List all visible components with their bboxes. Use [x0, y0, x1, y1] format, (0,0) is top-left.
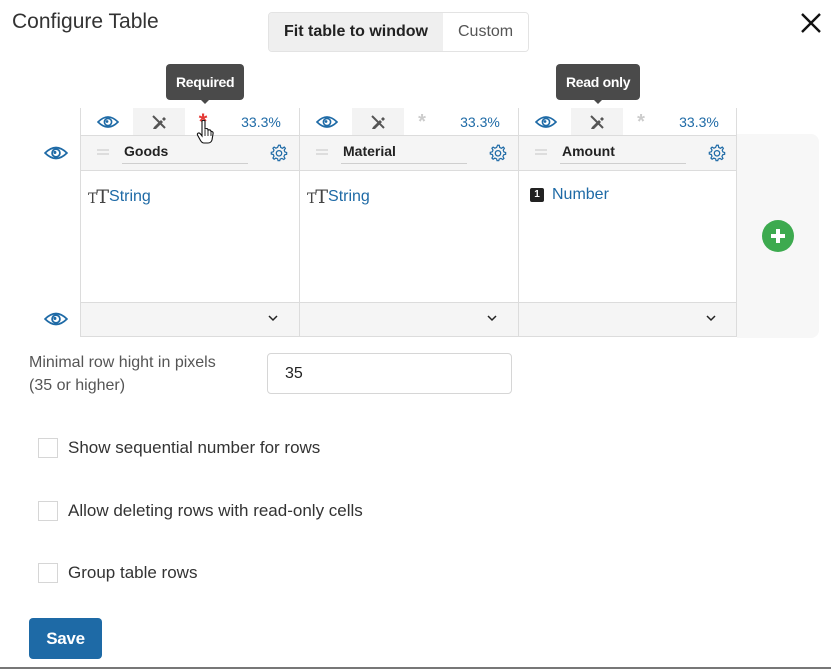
- column-type-label: Number: [552, 186, 609, 203]
- chevron-down-icon: [268, 315, 278, 322]
- column-width-value[interactable]: 33.3%: [450, 108, 510, 135]
- column-header: Material: [300, 136, 518, 171]
- asterisk-icon: *: [637, 110, 645, 133]
- column-type[interactable]: TT String: [88, 186, 151, 208]
- group-rows-checkbox[interactable]: [38, 563, 58, 583]
- min-row-height-label: Minimal row hight in pixels (35 or highe…: [29, 351, 216, 397]
- pencil-off-icon: [152, 114, 166, 129]
- number-type-icon: 1: [530, 188, 544, 202]
- column-visibility-toggle[interactable]: [91, 108, 125, 135]
- close-icon[interactable]: [800, 12, 822, 34]
- column-type[interactable]: TT String: [307, 186, 370, 208]
- min-row-height-label-line2: (35 or higher): [29, 377, 126, 394]
- gear-icon[interactable]: [270, 144, 288, 162]
- column-footer-dropdown[interactable]: [81, 303, 299, 336]
- drag-handle-icon[interactable]: [316, 149, 328, 155]
- text-type-icon: TT: [307, 186, 328, 208]
- column-body: 1 Number: [519, 171, 736, 303]
- width-mode-toggle: Fit table to window Custom: [268, 12, 530, 52]
- group-rows-checkbox-row[interactable]: Group table rows: [38, 563, 197, 583]
- min-row-height-input[interactable]: [267, 353, 512, 394]
- required-toggle[interactable]: *: [408, 108, 436, 135]
- gear-icon[interactable]: [708, 144, 726, 162]
- column-footer-dropdown[interactable]: [519, 303, 736, 336]
- table-column: * 33.3% Goods TT String: [80, 108, 299, 337]
- allow-deleting-checkbox[interactable]: [38, 501, 58, 521]
- read-only-toggle[interactable]: [133, 108, 185, 135]
- eye-icon: [535, 115, 557, 128]
- required-tooltip: Required: [166, 64, 245, 104]
- footer-row-visibility-eye-icon[interactable]: [44, 311, 68, 327]
- column-width-value[interactable]: 33.3%: [231, 108, 291, 135]
- sequential-number-checkbox-row[interactable]: Show sequential number for rows: [38, 438, 320, 458]
- pencil-off-icon: [371, 114, 385, 129]
- asterisk-icon: *: [198, 108, 208, 134]
- column-type[interactable]: 1 Number: [530, 186, 609, 204]
- eye-icon: [316, 115, 338, 128]
- required-toggle[interactable]: *: [189, 108, 217, 135]
- gear-icon[interactable]: [489, 144, 507, 162]
- save-button[interactable]: Save: [29, 618, 102, 659]
- read-only-toggle[interactable]: [571, 108, 623, 135]
- group-rows-label: Group table rows: [68, 563, 198, 582]
- plus-circle-icon[interactable]: [762, 220, 794, 252]
- dialog-title: Configure Table: [12, 10, 159, 33]
- column-toolbar: * 33.3%: [80, 108, 299, 135]
- chevron-down-icon: [487, 315, 497, 322]
- pencil-off-icon: [590, 114, 604, 129]
- asterisk-icon: *: [418, 110, 426, 133]
- column-visibility-toggle[interactable]: [529, 108, 563, 135]
- column-footer-dropdown[interactable]: [300, 303, 518, 336]
- custom-width-option[interactable]: Custom: [442, 13, 529, 51]
- column-name-input[interactable]: Material: [341, 142, 467, 164]
- column-toolbar: * 33.3%: [299, 108, 518, 135]
- table-column: * 33.3% Material TT String: [299, 108, 518, 337]
- drag-handle-icon[interactable]: [535, 149, 547, 155]
- required-toggle[interactable]: *: [627, 108, 655, 135]
- column-name-input[interactable]: Goods: [122, 142, 248, 164]
- text-type-icon: TT: [88, 186, 109, 208]
- column-toolbar: * 33.3%: [518, 108, 737, 135]
- drag-handle-icon[interactable]: [97, 149, 109, 155]
- min-row-height-label-line1: Minimal row hight in pixels: [29, 354, 216, 371]
- sequential-number-checkbox[interactable]: [38, 438, 58, 458]
- column-header: Amount: [519, 136, 736, 171]
- column-type-label: String: [109, 188, 151, 205]
- allow-deleting-label: Allow deleting rows with read-only cells: [68, 501, 363, 520]
- column-body: TT String: [300, 171, 518, 303]
- sequential-number-label: Show sequential number for rows: [68, 438, 321, 457]
- header-row-visibility-eye-icon[interactable]: [44, 145, 68, 161]
- column-type-label: String: [328, 188, 370, 205]
- column-width-value[interactable]: 33.3%: [669, 108, 729, 135]
- read-only-tooltip: Read only: [556, 64, 641, 104]
- column-visibility-toggle[interactable]: [310, 108, 344, 135]
- column-header: Goods: [81, 136, 299, 171]
- fit-to-window-option[interactable]: Fit table to window: [269, 13, 443, 51]
- column-body: TT String: [81, 171, 299, 303]
- eye-icon: [97, 115, 119, 128]
- chevron-down-icon: [706, 315, 716, 322]
- column-name-input[interactable]: Amount: [560, 142, 686, 164]
- allow-deleting-checkbox-row[interactable]: Allow deleting rows with read-only cells: [38, 501, 363, 521]
- table-column: * 33.3% Amount 1 Number: [518, 108, 737, 337]
- read-only-toggle[interactable]: [352, 108, 404, 135]
